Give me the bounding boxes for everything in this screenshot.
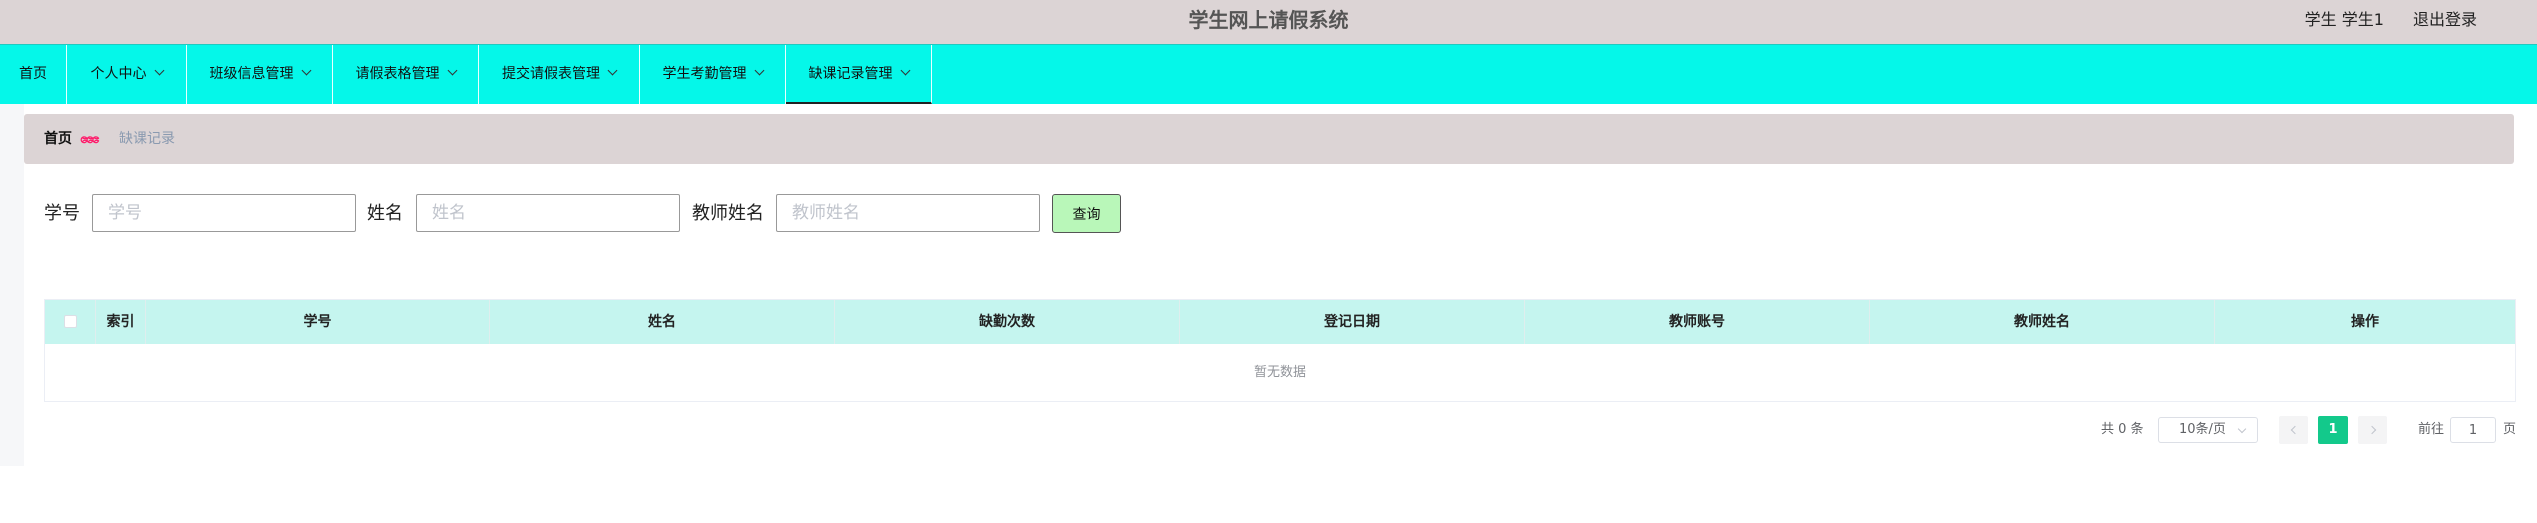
column-header-absence-count: 缺勤次数 [835, 300, 1180, 344]
nav-item-personal-center[interactable]: 个人中心 [67, 45, 187, 104]
breadcrumb-separator-icon: ဧဧဧ [80, 131, 100, 147]
student-id-input[interactable] [92, 194, 356, 232]
teacher-name-label: 教师姓名 [692, 203, 764, 224]
query-button[interactable]: 查询 [1052, 194, 1121, 233]
page-number-current[interactable]: 1 [2318, 416, 2348, 444]
nav-item-home[interactable]: 首页 [0, 45, 67, 104]
column-header-register-date: 登记日期 [1180, 300, 1525, 344]
select-all-cell [45, 300, 96, 344]
nav-item-label: 缺课记录管理 [808, 66, 893, 82]
nav-item-absence-records[interactable]: 缺课记录管理 [786, 45, 932, 104]
chevron-down-icon [900, 65, 910, 76]
current-user-label: 学生 学生1 [2304, 10, 2384, 29]
name-input[interactable] [416, 194, 680, 232]
chevron-left-icon [2290, 425, 2300, 435]
page-size-value: 10条/页 [2179, 422, 2226, 437]
teacher-name-input[interactable] [776, 194, 1040, 232]
nav-item-label: 提交请假表管理 [502, 66, 600, 82]
column-header-name: 姓名 [490, 300, 835, 344]
logout-link[interactable]: 退出登录 [2413, 10, 2477, 29]
nav-item-label: 班级信息管理 [209, 66, 294, 82]
chevron-down-icon [607, 65, 618, 76]
app-title: 学生网上请假系统 [1188, 8, 1349, 32]
top-header: 学生网上请假系统 学生 学生1 退出登录 [0, 0, 2537, 44]
name-label: 姓名 [367, 203, 403, 224]
table-header: 索引 学号 姓名 缺勤次数 登记日期 教师账号 教师姓名 操作 [45, 300, 2515, 344]
nav-item-attendance[interactable]: 学生考勤管理 [640, 45, 786, 104]
chevron-down-icon [754, 65, 764, 76]
column-header-teacher-account: 教师账号 [1525, 300, 1870, 344]
breadcrumb: 首页 ဧဧဧ 缺课记录 [24, 114, 2514, 164]
nav-item-label: 请假表格管理 [355, 66, 440, 82]
breadcrumb-current: 缺课记录 [119, 131, 175, 147]
nav-item-submit-leave[interactable]: 提交请假表管理 [479, 45, 640, 104]
absence-records-table: 索引 学号 姓名 缺勤次数 登记日期 教师账号 教师姓名 操作 暂无数据 [44, 299, 2516, 402]
column-header-index: 索引 [96, 300, 146, 344]
nav-item-label: 首页 [19, 66, 47, 82]
student-id-label: 学号 [44, 203, 80, 224]
page-size-select[interactable]: 10条/页 [2158, 417, 2258, 443]
main-nav: 首页 个人中心 班级信息管理 请假表格管理 提交请假表管理 学生考勤管理 缺课记… [0, 44, 2537, 104]
column-header-actions: 操作 [2351, 314, 2379, 330]
nav-item-label: 个人中心 [90, 66, 147, 82]
nav-item-class-info[interactable]: 班级信息管理 [187, 45, 333, 104]
user-info: 学生 学生1 退出登录 [2281, 0, 2477, 44]
nav-item-leave-form[interactable]: 请假表格管理 [333, 45, 479, 104]
content-left-gutter [0, 104, 24, 466]
chevron-down-icon [2237, 424, 2247, 434]
next-page-button[interactable] [2358, 416, 2387, 444]
breadcrumb-home[interactable]: 首页 [44, 114, 72, 164]
prev-page-button[interactable] [2279, 416, 2308, 444]
select-all-checkbox[interactable] [64, 315, 77, 328]
empty-state-text: 暂无数据 [1253, 365, 1306, 380]
chevron-down-icon [154, 65, 164, 76]
column-header-student-id: 学号 [146, 300, 490, 344]
pagination-total: 共 0 条 [2101, 422, 2144, 437]
chevron-right-icon [2367, 425, 2377, 435]
nav-item-label: 学生考勤管理 [662, 66, 747, 82]
chevron-down-icon [447, 65, 457, 76]
goto-label: 前往 [2418, 422, 2445, 437]
goto-page-input[interactable] [2450, 417, 2496, 443]
page-suffix-label: 页 [2503, 422, 2517, 437]
chevron-down-icon [301, 65, 311, 76]
column-header-teacher-name: 教师姓名 [1870, 300, 2215, 344]
